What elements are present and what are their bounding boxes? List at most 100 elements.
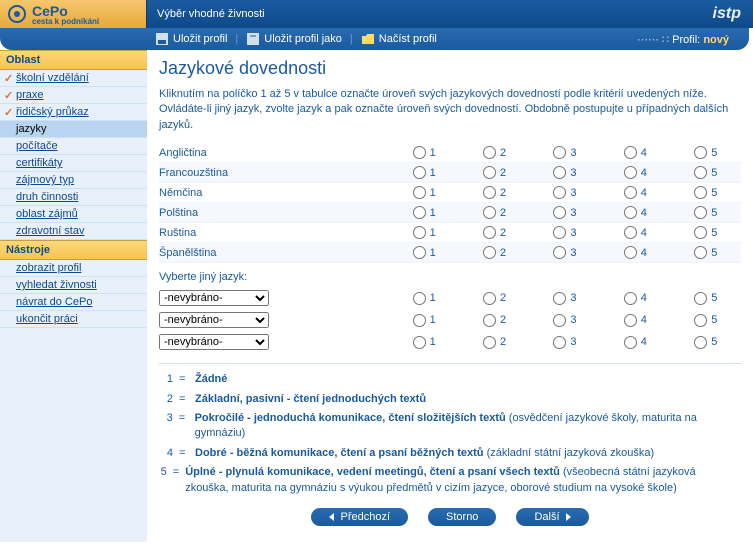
scale-option[interactable]: 3 [553, 314, 576, 327]
radio-4[interactable] [624, 186, 637, 199]
scale-option[interactable]: 3 [553, 146, 576, 159]
radio-2[interactable] [483, 146, 496, 159]
scale-option[interactable]: 1 [413, 292, 436, 305]
sidebar-item[interactable]: školní vzdělání [0, 70, 147, 87]
radio-3[interactable] [553, 166, 566, 179]
radio-5[interactable] [694, 206, 707, 219]
scale-option[interactable]: 3 [553, 292, 576, 305]
sidebar-item[interactable]: počítače [0, 138, 147, 155]
radio-2[interactable] [483, 206, 496, 219]
scale-option[interactable]: 2 [483, 226, 506, 239]
radio-2[interactable] [483, 336, 496, 349]
sidebar-item[interactable]: zobrazit profil [0, 260, 147, 277]
scale-option[interactable]: 4 [624, 314, 647, 327]
scale-option[interactable]: 4 [624, 246, 647, 259]
radio-3[interactable] [553, 146, 566, 159]
radio-3[interactable] [553, 292, 566, 305]
scale-option[interactable]: 1 [413, 146, 436, 159]
other-language-select[interactable]: -nevybráno- [159, 312, 269, 328]
sidebar-item[interactable]: zájmový typ [0, 172, 147, 189]
sidebar-item[interactable]: praxe [0, 87, 147, 104]
scale-option[interactable]: 4 [624, 186, 647, 199]
radio-2[interactable] [483, 186, 496, 199]
scale-option[interactable]: 2 [483, 246, 506, 259]
radio-4[interactable] [624, 206, 637, 219]
radio-5[interactable] [694, 186, 707, 199]
radio-3[interactable] [553, 226, 566, 239]
radio-1[interactable] [413, 226, 426, 239]
scale-option[interactable]: 4 [624, 146, 647, 159]
sidebar-item[interactable]: vyhledat živnosti [0, 277, 147, 294]
radio-5[interactable] [694, 246, 707, 259]
radio-1[interactable] [413, 336, 426, 349]
sidebar-item[interactable]: návrat do CePo [0, 294, 147, 311]
prev-button[interactable]: Předchozí [311, 508, 408, 526]
scale-option[interactable]: 4 [624, 226, 647, 239]
sidebar-item[interactable]: jazyky [0, 121, 147, 138]
scale-option[interactable]: 3 [553, 336, 576, 349]
scale-option[interactable]: 4 [624, 292, 647, 305]
save-as-button[interactable]: Uložit profil jako [238, 32, 350, 46]
sidebar-item[interactable]: ukončit práci [0, 311, 147, 328]
radio-4[interactable] [624, 246, 637, 259]
radio-2[interactable] [483, 246, 496, 259]
radio-5[interactable] [694, 292, 707, 305]
scale-option[interactable]: 1 [413, 206, 436, 219]
radio-5[interactable] [694, 146, 707, 159]
scale-option[interactable]: 2 [483, 314, 506, 327]
radio-4[interactable] [624, 314, 637, 327]
scale-option[interactable]: 1 [413, 166, 436, 179]
sidebar-item[interactable]: zdravotní stav [0, 223, 147, 240]
other-language-select[interactable]: -nevybráno- [159, 290, 269, 306]
scale-option[interactable]: 3 [553, 246, 576, 259]
scale-option[interactable]: 1 [413, 246, 436, 259]
radio-1[interactable] [413, 292, 426, 305]
scale-option[interactable]: 2 [483, 146, 506, 159]
radio-4[interactable] [624, 292, 637, 305]
scale-option[interactable]: 1 [413, 226, 436, 239]
radio-1[interactable] [413, 206, 426, 219]
radio-1[interactable] [413, 314, 426, 327]
radio-1[interactable] [413, 166, 426, 179]
scale-option[interactable]: 5 [694, 206, 717, 219]
radio-1[interactable] [413, 246, 426, 259]
radio-4[interactable] [624, 166, 637, 179]
radio-2[interactable] [483, 166, 496, 179]
radio-1[interactable] [413, 186, 426, 199]
scale-option[interactable]: 3 [553, 206, 576, 219]
scale-option[interactable]: 5 [694, 146, 717, 159]
scale-option[interactable]: 2 [483, 292, 506, 305]
scale-option[interactable]: 5 [694, 166, 717, 179]
radio-3[interactable] [553, 314, 566, 327]
next-button[interactable]: Další [516, 508, 588, 526]
scale-option[interactable]: 1 [413, 186, 436, 199]
scale-option[interactable]: 3 [553, 226, 576, 239]
radio-5[interactable] [694, 314, 707, 327]
radio-5[interactable] [694, 336, 707, 349]
save-profile-button[interactable]: Uložit profil [147, 32, 235, 46]
scale-option[interactable]: 2 [483, 336, 506, 349]
scale-option[interactable]: 5 [694, 314, 717, 327]
scale-option[interactable]: 5 [694, 292, 717, 305]
scale-option[interactable]: 1 [413, 336, 436, 349]
scale-option[interactable]: 2 [483, 186, 506, 199]
scale-option[interactable]: 5 [694, 336, 717, 349]
sidebar-item[interactable]: řidičský průkaz [0, 104, 147, 121]
scale-option[interactable]: 4 [624, 336, 647, 349]
sidebar-item[interactable]: druh činnosti [0, 189, 147, 206]
radio-4[interactable] [624, 226, 637, 239]
load-profile-button[interactable]: Načíst profil [353, 32, 445, 46]
radio-1[interactable] [413, 146, 426, 159]
scale-option[interactable]: 5 [694, 186, 717, 199]
scale-option[interactable]: 1 [413, 314, 436, 327]
sidebar-item[interactable]: certifikáty [0, 155, 147, 172]
radio-4[interactable] [624, 336, 637, 349]
scale-option[interactable]: 5 [694, 246, 717, 259]
radio-3[interactable] [553, 336, 566, 349]
radio-2[interactable] [483, 314, 496, 327]
radio-2[interactable] [483, 226, 496, 239]
radio-3[interactable] [553, 246, 566, 259]
radio-3[interactable] [553, 206, 566, 219]
scale-option[interactable]: 4 [624, 206, 647, 219]
scale-option[interactable]: 4 [624, 166, 647, 179]
